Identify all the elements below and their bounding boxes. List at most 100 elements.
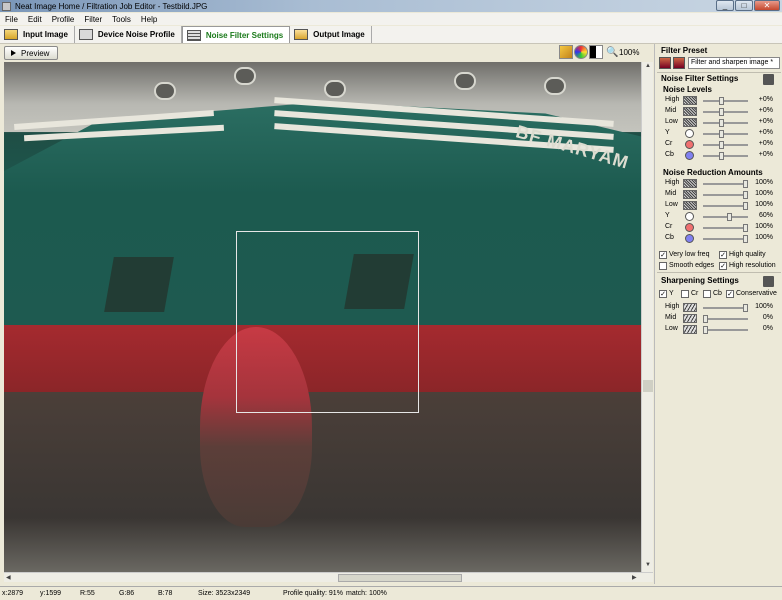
level-slider[interactable] xyxy=(703,108,748,116)
option-checkbox[interactable]: ✓ xyxy=(719,251,727,259)
row-label: Y xyxy=(665,212,670,219)
channel-checkbox[interactable] xyxy=(681,290,689,298)
slider-knob[interactable] xyxy=(703,326,708,334)
app-icon xyxy=(2,1,11,11)
tab-noise-filter-settings[interactable]: Noise Filter Settings xyxy=(181,26,291,43)
compare-icon[interactable] xyxy=(559,45,573,59)
status-b: B:78 xyxy=(158,590,173,597)
option-checkbox[interactable] xyxy=(659,262,667,270)
color-icon[interactable] xyxy=(574,45,588,59)
porthole xyxy=(154,82,176,100)
level-slider[interactable] xyxy=(703,202,748,210)
save-preset-icon[interactable] xyxy=(673,57,685,69)
level-slider[interactable] xyxy=(703,119,748,127)
slider-knob[interactable] xyxy=(743,235,748,243)
row-value: 100% xyxy=(755,303,773,310)
menu-filter[interactable]: Filter xyxy=(79,15,107,24)
vertical-scrollbar[interactable]: ▲ ▼ xyxy=(641,62,653,572)
level-slider[interactable] xyxy=(703,141,748,149)
slider-knob[interactable] xyxy=(719,141,724,149)
row-value: 100% xyxy=(755,201,773,208)
zoom-icon[interactable]: 🔍 xyxy=(606,47,618,58)
channel-label: Cr xyxy=(691,290,699,297)
noise-filter-settings-title: Noise Filter Settings xyxy=(661,74,739,83)
slider-knob[interactable] xyxy=(719,97,724,105)
row-value: +0% xyxy=(758,107,773,114)
level-slider[interactable] xyxy=(703,191,748,199)
slider-knob[interactable] xyxy=(743,180,748,188)
channel-color-icon xyxy=(685,234,694,243)
level-slider[interactable] xyxy=(703,180,748,188)
row-label: High xyxy=(665,179,680,186)
slider-knob[interactable] xyxy=(719,119,724,127)
minimize-button[interactable]: _ xyxy=(716,0,734,11)
horizontal-scrollbar[interactable]: ◀ ▶ xyxy=(4,572,653,582)
level-slider[interactable] xyxy=(703,326,748,334)
trash-icon[interactable] xyxy=(763,74,774,85)
slider-knob[interactable] xyxy=(743,202,748,210)
option-checkbox[interactable]: ✓ xyxy=(659,251,667,259)
slider-knob[interactable] xyxy=(719,108,724,116)
tab-input-image[interactable]: Input Image xyxy=(0,26,75,43)
channel-color-icon xyxy=(685,129,694,138)
level-slider[interactable] xyxy=(703,97,748,105)
tab-device-noise-profile[interactable]: Device Noise Profile xyxy=(75,26,182,43)
menu-file[interactable]: File xyxy=(0,15,23,24)
load-preset-icon[interactable] xyxy=(659,57,671,69)
level-slider[interactable] xyxy=(703,304,748,312)
tab-output-image[interactable]: Output Image xyxy=(290,26,372,43)
slider-knob[interactable] xyxy=(743,191,748,199)
slider-knob[interactable] xyxy=(743,304,748,312)
level-slider[interactable] xyxy=(703,224,748,232)
row-value: 60% xyxy=(758,212,773,219)
menu-help[interactable]: Help xyxy=(136,15,162,24)
channel-label: Conservative xyxy=(736,290,777,297)
slider-knob[interactable] xyxy=(703,315,708,323)
preset-dropdown[interactable]: Filter and sharpen image * xyxy=(688,57,780,69)
image-canvas[interactable]: BF MARYAM xyxy=(4,62,641,572)
contrast-icon[interactable] xyxy=(589,45,603,59)
status-x: x:2879 xyxy=(2,590,24,597)
row-value: 100% xyxy=(755,190,773,197)
scroll-down-icon[interactable]: ▼ xyxy=(645,562,651,568)
menu-edit[interactable]: Edit xyxy=(23,15,47,24)
level-slider[interactable] xyxy=(703,235,748,243)
row-label: Low xyxy=(665,325,678,332)
status-g: G:86 xyxy=(119,590,135,597)
porthole xyxy=(454,72,476,90)
channel-label: Cb xyxy=(713,290,722,297)
level-slider[interactable] xyxy=(703,130,748,138)
scroll-right-icon[interactable]: ▶ xyxy=(632,574,637,581)
status-size: Size: 3523x2349 xyxy=(198,590,251,597)
scroll-up-icon[interactable]: ▲ xyxy=(645,63,651,69)
vertical-scroll-thumb[interactable] xyxy=(643,380,653,392)
channel-color-icon xyxy=(685,151,694,160)
level-slider[interactable] xyxy=(703,152,748,160)
level-slider[interactable] xyxy=(703,213,748,221)
row-label: Low xyxy=(665,118,678,125)
channel-checkbox[interactable]: ✓ xyxy=(726,290,734,298)
slider-knob[interactable] xyxy=(719,152,724,160)
frequency-pattern-icon xyxy=(683,107,697,116)
level-slider[interactable] xyxy=(703,315,748,323)
image-toolbar: Preview 🔍 100% xyxy=(0,44,654,62)
channel-checkbox[interactable] xyxy=(703,290,711,298)
horizontal-scroll-thumb[interactable] xyxy=(338,574,462,582)
slider-knob[interactable] xyxy=(727,213,732,221)
scroll-left-icon[interactable]: ◀ xyxy=(6,574,11,581)
close-button[interactable]: ✕ xyxy=(754,0,780,11)
trash-icon[interactable] xyxy=(763,276,774,287)
preview-button[interactable]: Preview xyxy=(4,46,58,60)
option-checkbox[interactable]: ✓ xyxy=(719,262,727,270)
row-label: Mid xyxy=(665,190,677,197)
channel-label: Y xyxy=(669,290,674,297)
maximize-button[interactable]: □ xyxy=(735,0,753,11)
slider-knob[interactable] xyxy=(743,224,748,232)
channel-checkbox[interactable]: ✓ xyxy=(659,290,667,298)
slider-knob[interactable] xyxy=(719,130,724,138)
menu-tools[interactable]: Tools xyxy=(107,15,136,24)
preview-area-rect[interactable] xyxy=(236,231,419,413)
device-icon xyxy=(78,29,93,40)
menu-profile[interactable]: Profile xyxy=(47,15,80,24)
filter-preset-title: Filter Preset xyxy=(661,46,708,55)
